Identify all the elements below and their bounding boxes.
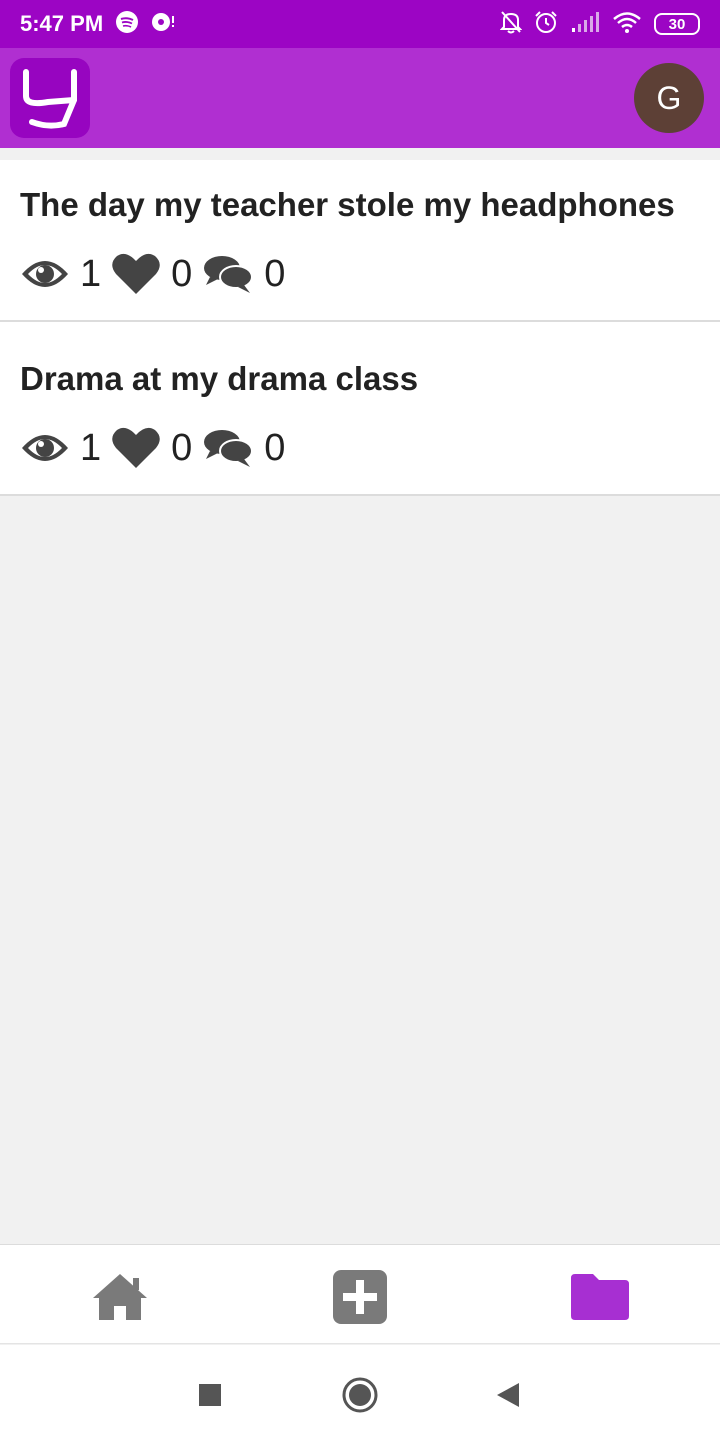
heart-icon: [111, 426, 161, 470]
app-bar: G: [0, 48, 720, 148]
comment-count: 0: [264, 426, 286, 469]
like-count: 0: [171, 252, 193, 295]
home-icon[interactable]: [90, 1269, 150, 1325]
bottom-nav: [0, 1244, 720, 1344]
story-stats: 1 0 0: [20, 252, 295, 296]
comment-count: 0: [264, 252, 286, 295]
eye-icon: [20, 256, 70, 292]
system-nav-bar: [0, 1345, 720, 1440]
status-bar: 5:47 PM 30: [0, 0, 720, 48]
bell-off-icon: [499, 10, 523, 39]
comments-icon: [202, 253, 254, 295]
eye-icon: [20, 430, 70, 466]
back-icon[interactable]: [488, 1375, 528, 1415]
wifi-icon: [612, 11, 642, 38]
alarm-icon: [534, 10, 558, 39]
story-title: The day my teacher stole my headphones: [20, 186, 675, 223]
story-card[interactable]: Drama at my drama class 1 0 0: [0, 322, 720, 496]
story-stats: 1 0 0: [20, 426, 295, 470]
heart-icon: [111, 252, 161, 296]
story-list: The day my teacher stole my headphones 1…: [0, 160, 720, 496]
spotify-icon: [115, 10, 139, 39]
avatar[interactable]: G: [634, 63, 704, 133]
signal-icon: [570, 11, 600, 37]
recents-icon[interactable]: [190, 1375, 230, 1415]
battery-icon: 30: [654, 13, 700, 35]
folder-icon[interactable]: [570, 1269, 630, 1325]
story-title: Drama at my drama class: [20, 360, 419, 397]
view-count: 1: [80, 252, 102, 295]
view-count: 1: [80, 426, 102, 469]
story-card[interactable]: The day my teacher stole my headphones 1…: [0, 160, 720, 322]
home-button-icon[interactable]: [340, 1375, 380, 1415]
status-time: 5:47 PM: [20, 11, 104, 36]
add-icon[interactable]: [330, 1269, 390, 1325]
app-logo[interactable]: [10, 58, 90, 138]
like-count: 0: [171, 426, 193, 469]
comments-icon: [202, 427, 254, 469]
media-icon: [151, 11, 177, 38]
